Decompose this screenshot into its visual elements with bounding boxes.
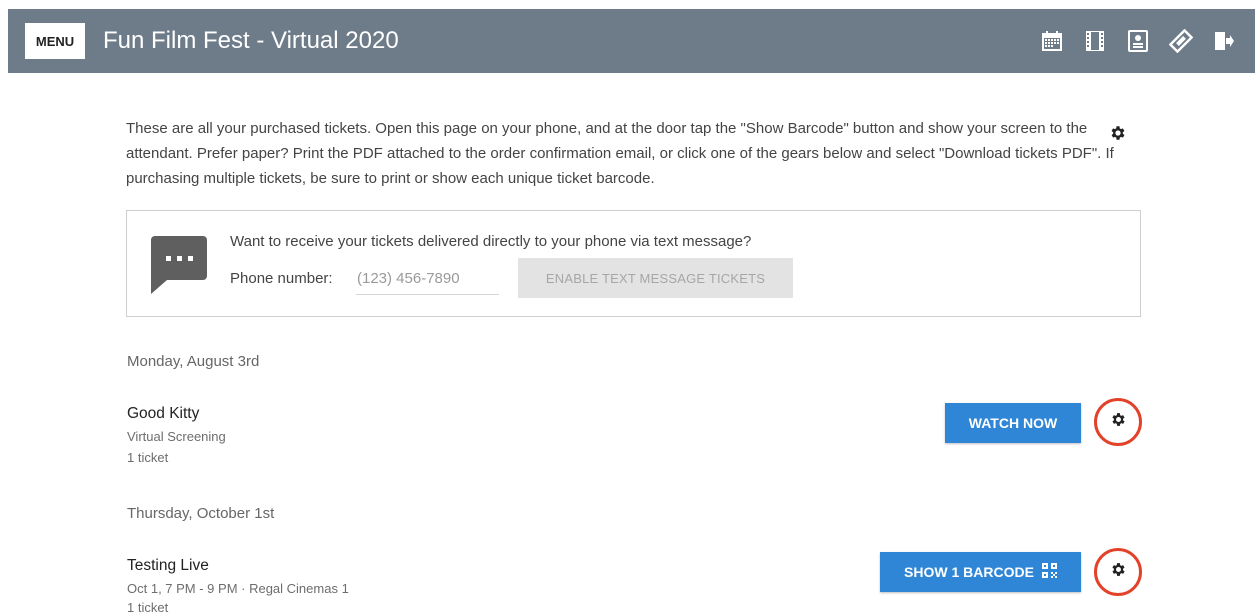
event-details: Virtual Screening (127, 429, 226, 444)
logout-icon[interactable] (1202, 21, 1245, 61)
show-barcode-label: SHOW 1 BARCODE (904, 564, 1034, 580)
ticket-count: 1 ticket (127, 450, 169, 465)
event-title: Testing Live (127, 557, 209, 574)
page-title: Fun Film Fest - Virtual 2020 (103, 27, 399, 54)
contact-card-icon[interactable] (1116, 21, 1159, 61)
phone-number-input[interactable] (356, 263, 499, 295)
event-details: Oct 1, 7 PM - 9 PM · Regal Cinemas 1 (127, 581, 349, 596)
header-icons (1030, 21, 1245, 61)
phone-number-label: Phone number: (230, 270, 333, 287)
date-heading: Monday, August 3rd (127, 353, 260, 370)
text-message-tickets-box: Want to receive your tickets delivered d… (126, 210, 1141, 317)
enable-text-message-tickets-button[interactable]: ENABLE TEXT MESSAGE TICKETS (518, 258, 793, 298)
watch-now-button[interactable]: WATCH NOW (945, 403, 1081, 443)
gear-icon (1110, 561, 1127, 583)
menu-button[interactable]: MENU (25, 23, 85, 59)
chat-bubble-icon (151, 236, 207, 299)
calendar-icon[interactable] (1030, 21, 1073, 61)
show-barcode-button[interactable]: SHOW 1 BARCODE (880, 552, 1081, 592)
ticket-options-button[interactable] (1094, 398, 1142, 446)
ticket-icon[interactable] (1159, 21, 1202, 61)
watch-now-label: WATCH NOW (968, 415, 1058, 431)
gear-icon[interactable] (1109, 124, 1127, 142)
film-icon[interactable] (1073, 21, 1116, 61)
top-bar: MENU Fun Film Fest - Virtual 2020 (8, 9, 1255, 73)
ticket-count: 1 ticket (127, 600, 169, 615)
sms-prompt: Want to receive your tickets delivered d… (230, 233, 752, 250)
ticket-options-button[interactable] (1094, 548, 1142, 596)
qr-code-icon (1041, 563, 1057, 581)
gear-icon (1110, 411, 1127, 433)
intro-instructions: These are all your purchased tickets. Op… (126, 120, 1114, 187)
date-heading: Thursday, October 1st (127, 505, 275, 522)
event-title: Good Kitty (127, 405, 200, 422)
